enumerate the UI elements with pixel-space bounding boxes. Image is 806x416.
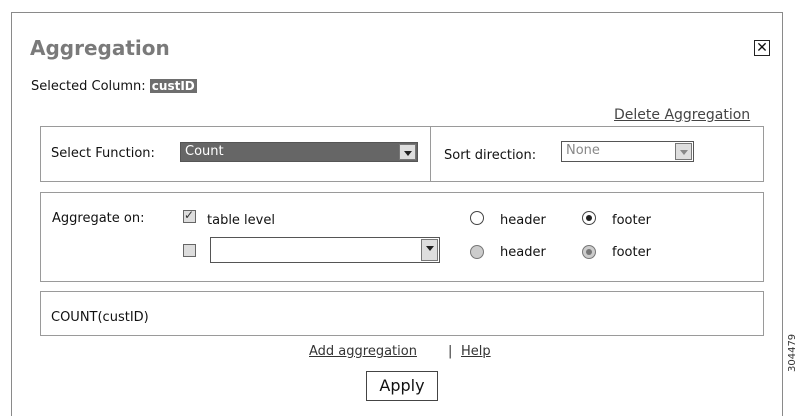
chevron-down-icon xyxy=(675,143,692,160)
dialog-title: Aggregation xyxy=(30,36,170,60)
selected-column-value: custID xyxy=(149,79,197,93)
function-select[interactable]: Count xyxy=(180,142,418,162)
sort-direction-value: None xyxy=(566,143,600,158)
add-aggregation-link[interactable]: Add aggregation xyxy=(309,344,417,359)
row2-header-label: header xyxy=(500,245,546,260)
figure-number: 304479 xyxy=(787,333,798,372)
row1-footer-radio[interactable] xyxy=(582,211,596,225)
apply-button[interactable]: Apply xyxy=(366,371,438,401)
row2-header-radio[interactable] xyxy=(470,245,484,259)
chevron-down-icon xyxy=(399,144,416,160)
group-level-select[interactable] xyxy=(210,237,440,263)
aggregate-on-label: Aggregate on: xyxy=(52,211,145,226)
row1-footer-label: footer xyxy=(612,213,651,228)
select-function-label: Select Function: xyxy=(51,146,155,161)
group-level-checkbox[interactable] xyxy=(183,244,196,257)
table-level-checkbox[interactable]: ✓ xyxy=(183,208,196,223)
expression-text: COUNT(custID) xyxy=(51,310,149,325)
row1-header-radio[interactable] xyxy=(470,211,484,225)
sort-direction-select[interactable]: None xyxy=(561,141,694,162)
table-level-label: table level xyxy=(207,213,275,228)
row2-footer-radio[interactable] xyxy=(582,245,596,259)
link-separator: | xyxy=(448,344,453,359)
help-link[interactable]: Help xyxy=(461,344,491,359)
chevron-down-icon xyxy=(421,239,438,261)
sort-direction-label: Sort direction: xyxy=(444,148,537,163)
function-select-value: Count xyxy=(185,144,224,159)
row2-footer-label: footer xyxy=(612,245,651,260)
close-icon[interactable]: ✕ xyxy=(754,40,770,56)
row1-header-label: header xyxy=(500,213,546,228)
selected-column-label: Selected Column: xyxy=(31,79,146,94)
checkmark-icon: ✓ xyxy=(184,208,195,222)
delete-aggregation-link[interactable]: Delete Aggregation xyxy=(614,107,750,123)
selected-column: Selected Column: custID xyxy=(31,79,197,94)
